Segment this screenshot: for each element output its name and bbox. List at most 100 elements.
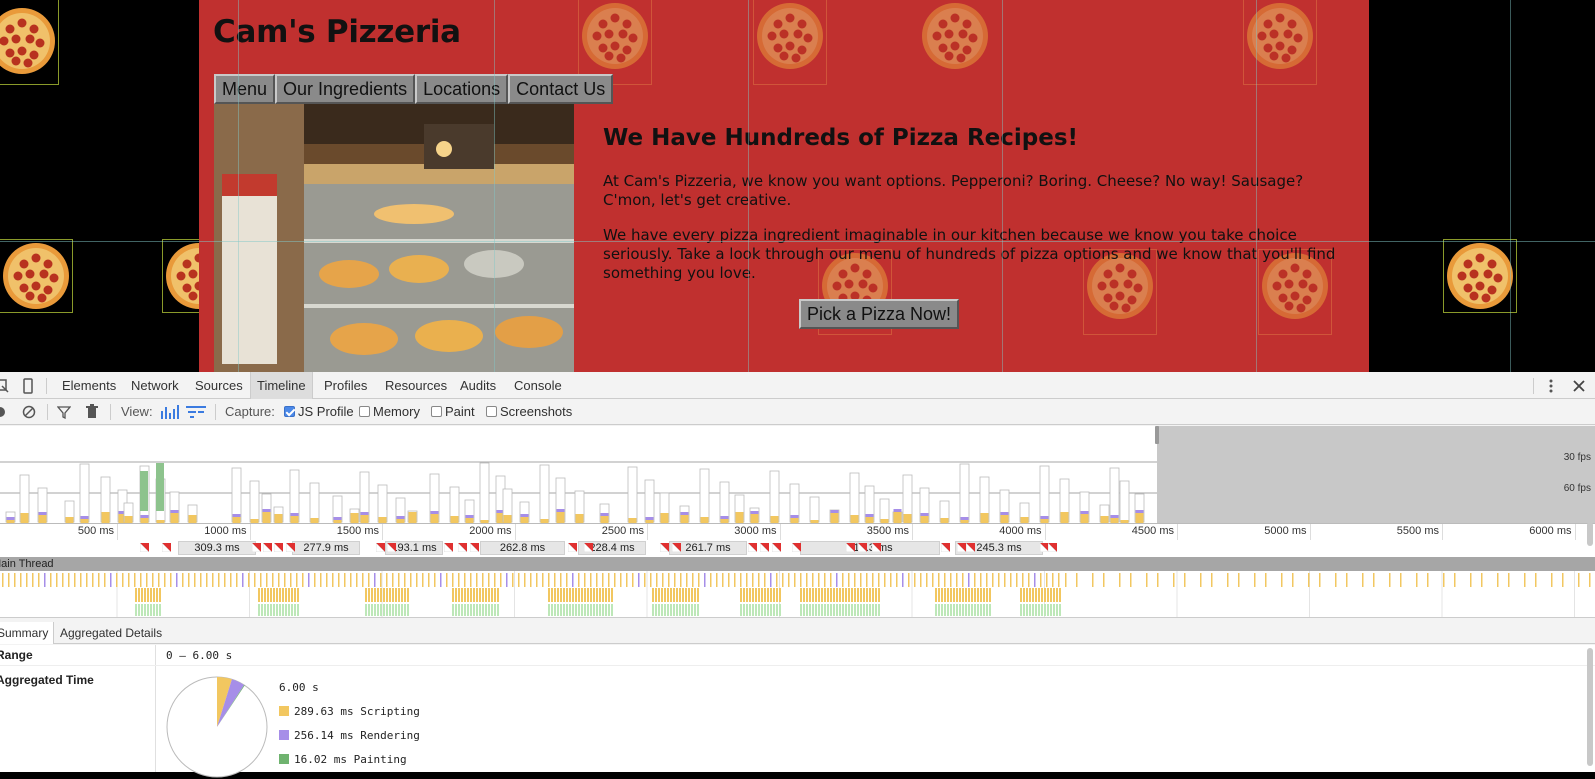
- scripting-event: [608, 588, 610, 602]
- frame-duration-box[interactable]: 277.9 ms: [292, 541, 360, 555]
- tab-console[interactable]: Console: [508, 372, 568, 399]
- scripting-event: [482, 588, 484, 602]
- trash-icon[interactable]: [85, 404, 99, 419]
- scripting-event: [578, 573, 580, 587]
- main-thread-header[interactable]: Main Thread: [0, 557, 1595, 571]
- painting-event: [821, 604, 823, 616]
- painting-event: [776, 604, 778, 616]
- painting-event: [294, 604, 296, 616]
- scripting-event: [658, 588, 660, 602]
- scripting-event: [156, 588, 158, 602]
- tab-sources[interactable]: Sources: [189, 372, 249, 399]
- main-thread-flamechart[interactable]: [0, 571, 1595, 618]
- scripting-event: [32, 573, 34, 587]
- summary-scrollbar[interactable]: [1587, 648, 1593, 766]
- scripting-event: [536, 573, 538, 587]
- painting-event: [944, 604, 946, 616]
- tab-summary[interactable]: Summary: [0, 622, 55, 644]
- scripting-event: [392, 573, 394, 587]
- frame-duration-box[interactable]: 210.3 ms: [800, 541, 940, 555]
- scripting-event: [270, 588, 272, 602]
- painting-event: [1035, 604, 1037, 616]
- scripting-event: [941, 588, 943, 602]
- painting-event: [761, 604, 763, 616]
- painting-event: [947, 604, 949, 616]
- scripting-event: [302, 573, 304, 587]
- scripting-event: [992, 573, 994, 587]
- tab-timeline[interactable]: Timeline: [250, 372, 313, 399]
- filter-icon[interactable]: [57, 405, 71, 419]
- scripting-event: [1056, 588, 1058, 602]
- scripting-event: [1362, 573, 1364, 587]
- scripting-bar: [750, 514, 759, 523]
- range-value: 0 – 6.00 s: [166, 649, 233, 662]
- pick-pizza-button[interactable]: Pick a Pizza Now!: [799, 299, 960, 329]
- flamechart-scrollbar[interactable]: [1587, 522, 1593, 546]
- painting-event: [407, 604, 409, 616]
- scripting-event: [878, 588, 880, 602]
- tab-aggregated-details[interactable]: Aggregated Details: [55, 622, 167, 644]
- checkbox-checked-icon: [284, 406, 295, 417]
- scripting-event: [374, 573, 376, 587]
- scripting-event: [818, 573, 820, 587]
- tab-resources[interactable]: Resources: [379, 372, 453, 399]
- painting-event: [983, 604, 985, 616]
- nav-ingredients-button[interactable]: Our Ingredients: [275, 74, 416, 104]
- tab-elements[interactable]: Elements: [56, 372, 122, 399]
- toolbar-separator: [215, 404, 216, 420]
- scripting-bar: [893, 512, 902, 523]
- scripting-event: [1551, 573, 1553, 587]
- rendering-bar: [556, 509, 565, 512]
- scripting-event: [842, 588, 844, 602]
- toolbar-separator: [47, 404, 48, 420]
- scripting-event: [608, 573, 610, 587]
- record-icon[interactable]: [0, 406, 6, 418]
- scripting-event: [150, 588, 152, 602]
- nav-menu-button[interactable]: Menu: [214, 74, 276, 104]
- device-mode-icon[interactable]: [20, 378, 36, 394]
- scripting-event: [1065, 573, 1067, 587]
- painting-event: [860, 604, 862, 616]
- clear-icon[interactable]: [22, 405, 36, 419]
- scripting-event: [273, 588, 275, 602]
- long-frame-warning-icon: [286, 543, 295, 552]
- scripting-event: [188, 573, 190, 587]
- more-options-icon[interactable]: [1543, 378, 1559, 394]
- js-profile-checkbox[interactable]: JS Profile: [284, 404, 354, 419]
- rendering-bar: [600, 513, 609, 516]
- paint-checkbox[interactable]: Paint: [431, 404, 475, 419]
- painting-event: [872, 604, 874, 616]
- inspect-icon[interactable]: [0, 378, 10, 394]
- scripting-event: [530, 573, 532, 587]
- long-frame-warning-icon: [792, 543, 801, 552]
- scripting-event: [968, 588, 970, 602]
- pizza-tile-image: [919, 0, 991, 72]
- close-icon[interactable]: [1571, 378, 1587, 394]
- frame-duration-box[interactable]: 262.8 ms: [480, 541, 565, 555]
- scripting-bar: [680, 515, 689, 523]
- bar-view-icon[interactable]: [160, 405, 180, 419]
- scripting-event: [764, 573, 766, 587]
- painting-bar: [156, 463, 164, 511]
- tab-profiles[interactable]: Profiles: [318, 372, 373, 399]
- frame-duration-box[interactable]: 309.3 ms: [178, 541, 256, 555]
- scripting-event: [749, 588, 751, 602]
- grid-overlay-line: [1002, 0, 1003, 372]
- scripting-event: [1130, 573, 1132, 587]
- timeline-overview[interactable]: 30 fps 60 fps: [0, 426, 1595, 524]
- screenshots-checkbox[interactable]: Screenshots: [486, 404, 572, 419]
- tab-audits[interactable]: Audits: [454, 372, 502, 399]
- flame-view-icon[interactable]: [186, 406, 206, 418]
- scripting-event: [938, 573, 940, 587]
- memory-checkbox[interactable]: Memory: [359, 404, 420, 419]
- scripting-event: [164, 573, 166, 587]
- nav-contact-button[interactable]: Contact Us: [508, 74, 614, 104]
- scripting-event: [986, 588, 988, 602]
- long-frame-warning-icon: [252, 543, 261, 552]
- tab-network[interactable]: Network: [125, 372, 185, 399]
- scripting-event: [542, 573, 544, 587]
- painting-event: [599, 604, 601, 616]
- scripting-event: [497, 588, 499, 602]
- rendering-bar: [1135, 510, 1144, 513]
- scripting-event: [398, 573, 400, 587]
